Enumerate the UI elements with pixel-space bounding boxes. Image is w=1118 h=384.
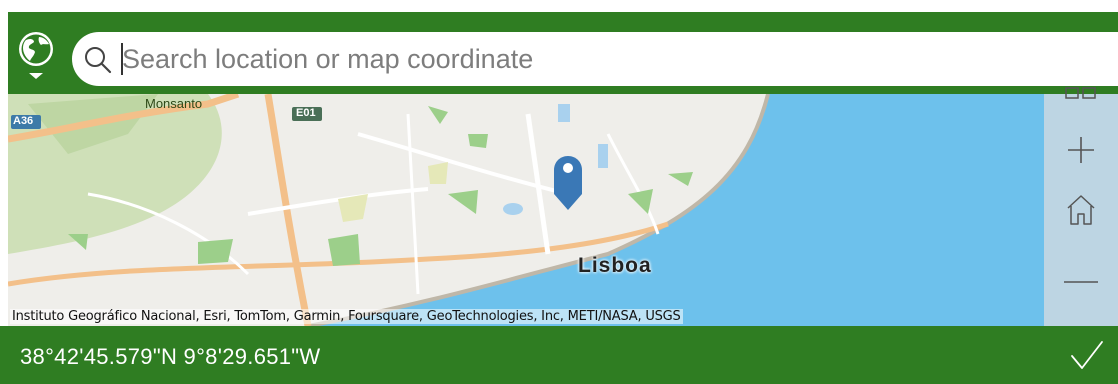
coordinate-readout: 38°42'45.579"N 9°8'29.651"W (20, 344, 321, 369)
home-button[interactable] (1044, 188, 1118, 232)
globe-menu-button[interactable] (12, 28, 60, 82)
map-view[interactable]: A36 E01 Monsanto Lisboa Instituto Geográ… (8, 94, 1044, 326)
top-strip (0, 0, 1118, 12)
zoom-in-icon (1068, 137, 1094, 163)
zoom-in-button[interactable] (1044, 128, 1118, 172)
road-label-e01: E01 (296, 107, 316, 119)
search-input[interactable] (122, 41, 1022, 77)
coordinate-bar: 38°42'45.579"N 9°8'29.651"W (0, 326, 1118, 384)
map-attribution: Instituto Geográfico Nacional, Esri, Tom… (10, 309, 683, 324)
globe-icon (19, 32, 53, 79)
confirm-button[interactable] (1070, 338, 1104, 377)
place-label-monsanto: Monsanto (145, 96, 203, 111)
checkmark-icon (1071, 341, 1103, 369)
layers-button[interactable] (1044, 86, 1118, 106)
home-icon (1067, 195, 1095, 225)
search-bar (72, 32, 1118, 86)
layers-icon (1065, 87, 1096, 99)
zoom-out-button[interactable] (1044, 260, 1118, 304)
zoom-out-icon (1064, 281, 1098, 283)
place-label-lisboa: Lisboa (578, 254, 652, 277)
road-label-a36: A36 (13, 115, 34, 127)
search-icon (85, 47, 112, 74)
chevron-down-icon (29, 73, 43, 79)
map-pin-icon[interactable] (552, 154, 584, 212)
map-toolbar (1044, 87, 1118, 326)
basemap (8, 94, 1044, 326)
